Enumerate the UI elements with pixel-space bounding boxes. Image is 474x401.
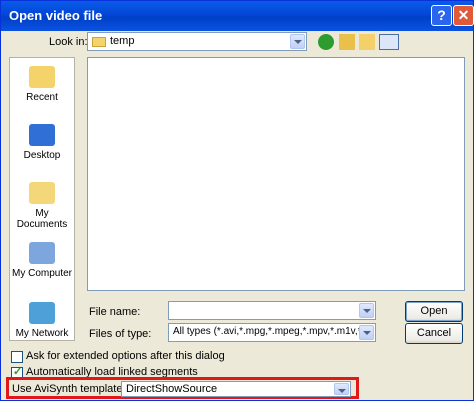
title-bar: Open video file ? ✕ [1,1,474,31]
ask-options-label: Ask for extended options after this dial… [26,350,225,362]
chevron-down-icon[interactable] [290,34,305,49]
place-label: My Documents [16,208,68,230]
avisynth-template-select[interactable]: DirectShowSource [121,381,351,397]
place-my-network[interactable]: My Network [10,302,74,339]
file-name-input[interactable] [168,301,376,320]
my-computer-icon [29,242,55,264]
file-list[interactable] [87,57,465,291]
avisynth-template-label: Use AviSynth template [12,383,123,395]
open-button[interactable]: Open [405,301,463,322]
place-recent[interactable]: Recent [10,66,74,103]
help-button[interactable]: ? [431,5,452,26]
chevron-down-icon[interactable] [359,303,374,318]
my-network-icon [29,302,55,324]
cancel-button[interactable]: Cancel [405,323,463,344]
look-in-label: Look in: [49,36,88,48]
avisynth-template-value: DirectShowSource [126,383,218,395]
close-button[interactable]: ✕ [453,5,474,26]
place-label: My Computer [11,268,72,279]
look-in-dropdown[interactable]: temp [87,32,307,51]
file-name-label: File name: [89,306,141,318]
views-menu-icon[interactable] [379,34,399,50]
place-my-documents[interactable]: My Documents [10,182,74,230]
file-type-select[interactable]: All types (*.avi,*.mpg,*.mpeg,*.mpv,*.m1… [168,323,376,342]
recent-folder-icon [29,66,55,88]
up-folder-icon[interactable] [339,34,355,50]
place-my-computer[interactable]: My Computer [10,242,74,279]
folder-icon [92,37,106,47]
place-label: Desktop [23,150,61,161]
place-label: My Network [15,328,69,339]
file-type-label: Files of type: [89,328,152,340]
open-video-dialog: Open video file ? ✕ Look in: temp Recent… [0,0,474,401]
desktop-icon [29,124,55,146]
place-desktop[interactable]: Desktop [10,124,74,161]
ask-options-checkbox[interactable] [11,351,23,363]
chevron-down-icon[interactable] [334,383,349,395]
file-type-value: All types (*.avi,*.mpg,*.mpeg,*.mpv,*.m1… [173,326,359,337]
place-label: Recent [26,92,58,103]
new-folder-icon[interactable] [359,34,375,50]
window-title: Open video file [9,8,103,23]
back-icon[interactable] [318,34,334,50]
chevron-down-icon[interactable] [359,325,374,340]
my-documents-icon [29,182,55,204]
look-in-value: temp [110,35,135,47]
places-bar: Recent Desktop My Documents My Computer … [9,57,75,341]
